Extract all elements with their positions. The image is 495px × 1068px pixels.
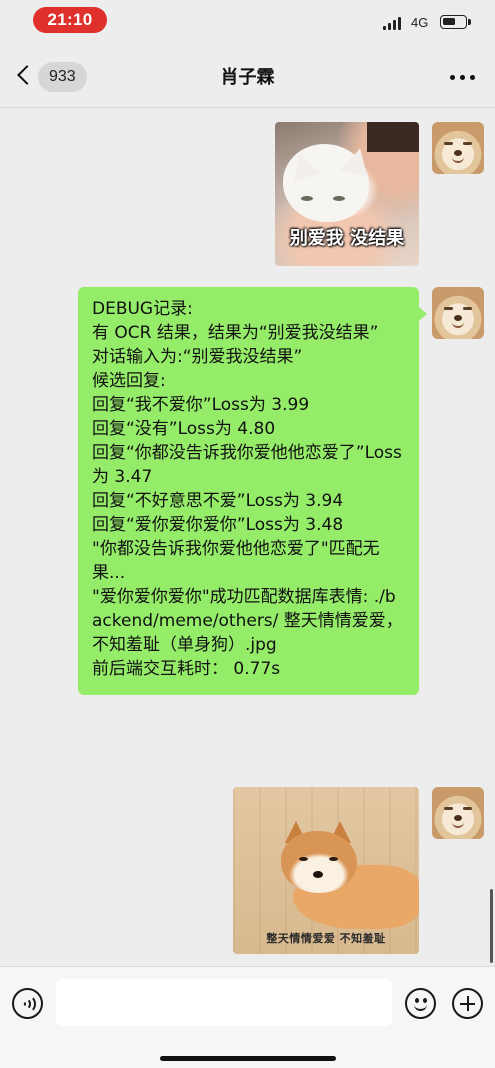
avatar[interactable] — [432, 287, 484, 339]
avatar[interactable] — [432, 787, 484, 839]
sticker-caption: 别爱我 没结果 — [289, 228, 405, 249]
more-icon[interactable] — [450, 74, 476, 82]
scrollbar[interactable] — [490, 889, 493, 963]
message-bubble[interactable]: DEBUG记录: 有 OCR 结果，结果为“别爱我没结果” 对话输入为:“别爱我… — [78, 287, 419, 695]
emoji-icon[interactable] — [405, 988, 436, 1019]
signal-icon — [383, 16, 405, 30]
sticker-image[interactable]: 别爱我 没结果 — [275, 122, 419, 266]
status-time: 21:10 — [33, 7, 107, 33]
plus-icon[interactable] — [452, 988, 483, 1019]
chat-area[interactable]: 别爱我 没结果 DEBUG记录: 有 OCR 结果，结果为“别爱我没结果” 对话… — [0, 109, 495, 966]
bubble-tail — [419, 307, 427, 321]
battery-fill — [443, 18, 455, 25]
input-bar — [0, 966, 495, 1068]
battery-icon — [440, 15, 471, 29]
network-label: 4G — [411, 15, 429, 30]
home-indicator[interactable] — [160, 1056, 336, 1061]
message-input[interactable] — [56, 979, 392, 1026]
nav-bar: 933 肖子霖 — [0, 44, 495, 108]
sticker-caption: 整天情情爱爱 不知羞耻 — [266, 932, 386, 945]
sticker-image[interactable]: 整天情情爱爱 不知羞耻 — [233, 787, 419, 954]
status-bar: 21:10 4G — [0, 0, 495, 44]
voice-icon[interactable] — [12, 988, 43, 1019]
avatar[interactable] — [432, 122, 484, 174]
chat-title: 肖子霖 — [220, 67, 275, 88]
